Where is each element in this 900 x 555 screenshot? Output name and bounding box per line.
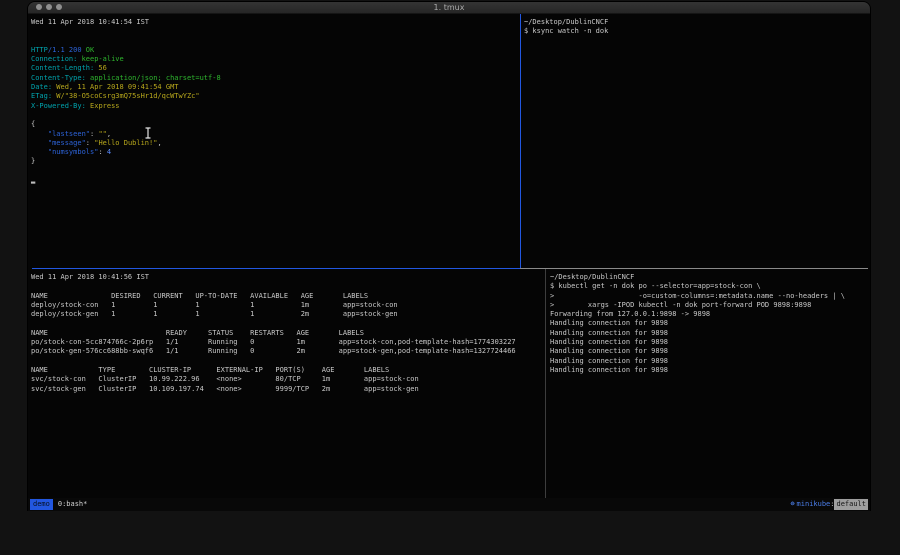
terminal-line: Handling connection for 9898 [550,329,874,338]
terminal-line: Handling connection for 9898 [550,357,874,366]
terminal-line: { [31,120,523,129]
terminal-line: Forwarding from 127.0.0.1:9898 -> 9898 [550,310,874,319]
terminal-line: NAME READY STATUS RESTARTS AGE LABELS [31,329,548,338]
terminal-line: ~/Desktop/DublinCNCF [524,18,873,27]
terminal-line: Handling connection for 9898 [550,347,874,356]
terminal-line: "lastseen": "", [31,130,523,139]
tmux-status-bar: demo 0:bash* ☸ minikube : default [28,498,870,511]
terminal-line: deploy/stock-gen 1 1 1 1 2m app=stock-ge… [31,310,548,319]
terminal-line [31,111,523,120]
terminal-line: ▂ [31,176,523,185]
terminal-line: > -o=custom-columns=:metadata.name --no-… [550,292,874,301]
kube-namespace-label: default [834,499,868,510]
terminal-line: Wed 11 Apr 2018 10:41:54 IST [31,18,523,27]
terminal-line: X-Powered-By: Express [31,102,523,111]
terminal-line [31,37,523,46]
terminal-line: } [31,157,523,166]
terminal-line: Date: Wed, 11 Apr 2018 09:41:54 GMT [31,83,523,92]
pane-http-response[interactable]: Wed 11 Apr 2018 10:41:54 IST HTTP/1.1 20… [28,14,523,272]
terminal-line: $ kubectl get -n dok po --selector=app=s… [550,282,874,291]
window-title: 1. tmux [28,3,870,13]
terminal-line: po/stock-gen-576cc688bb-swqf6 1/1 Runnin… [31,347,548,356]
terminal-line: Handling connection for 9898 [550,319,874,328]
terminal-line: svc/stock-con ClusterIP 10.99.222.96 <no… [31,375,548,384]
pane-border-horizontal-active[interactable] [32,268,520,269]
pane-border-vertical-inactive[interactable] [545,269,546,498]
terminal-line: "numsymbols": 4 [31,148,523,157]
status-right: ☸ minikube : default [790,498,868,511]
terminal-line: po/stock-con-5cc874766c-2p6rp 1/1 Runnin… [31,338,548,347]
tmux-session-area: Wed 11 Apr 2018 10:41:54 IST HTTP/1.1 20… [28,14,870,511]
terminal-line [31,319,548,328]
session-name-badge: demo [30,499,53,510]
terminal-line: HTTP/1.1 200 OK [31,46,523,55]
terminal-line: Connection: keep-alive [31,55,523,64]
terminal-line: ETag: W/"38-O5coCsrg3mQ75sHr1d/qcWTwYZc" [31,92,523,101]
terminal-line: $ ksync watch -n dok [524,27,873,36]
mouse-cursor-ibeam-icon [144,124,152,136]
terminal-line: Content-Length: 56 [31,64,523,73]
status-left: demo 0:bash* [30,498,87,511]
pane-border-vertical-active[interactable] [520,14,521,268]
terminal-line: "message": "Hello Dublin!", [31,139,523,148]
kubernetes-helm-icon: ☸ [790,498,794,511]
terminal-line: Handling connection for 9898 [550,338,874,347]
pane-kubectl-get-output[interactable]: Wed 11 Apr 2018 10:41:56 IST NAME DESIRE… [28,269,548,502]
terminal-line: > xargs -IPOD kubectl -n dok port-forwar… [550,301,874,310]
pane-ksync-watch[interactable]: ~/Desktop/DublinCNCF$ ksync watch -n dok [521,14,873,272]
terminal-line: Handling connection for 9898 [550,366,874,375]
kube-context-label: minikube [797,498,831,511]
terminal-line: Wed 11 Apr 2018 10:41:56 IST [31,273,548,282]
terminal-line [31,282,548,291]
terminal-line: NAME DESIRED CURRENT UP-TO-DATE AVAILABL… [31,292,548,301]
terminal-line [31,27,523,36]
window-titlebar[interactable]: 1. tmux [28,2,870,14]
terminal-line [31,167,523,176]
terminal-line: Content-Type: application/json; charset=… [31,74,523,83]
terminal-line: deploy/stock-con 1 1 1 1 1m app=stock-co… [31,301,548,310]
terminal-line: svc/stock-gen ClusterIP 10.109.197.74 <n… [31,385,548,394]
terminal-line: NAME TYPE CLUSTER-IP EXTERNAL-IP PORT(S)… [31,366,548,375]
terminal-line [31,357,548,366]
terminal-line: ~/Desktop/DublinCNCF [550,273,874,282]
pane-port-forward[interactable]: ~/Desktop/DublinCNCF$ kubectl get -n dok… [546,269,874,502]
window-name-label[interactable]: 0:bash* [58,498,88,511]
pane-border-horizontal-inactive[interactable] [520,268,868,269]
terminal-window: 1. tmux Wed 11 Apr 2018 10:41:54 IST HTT… [28,2,870,510]
